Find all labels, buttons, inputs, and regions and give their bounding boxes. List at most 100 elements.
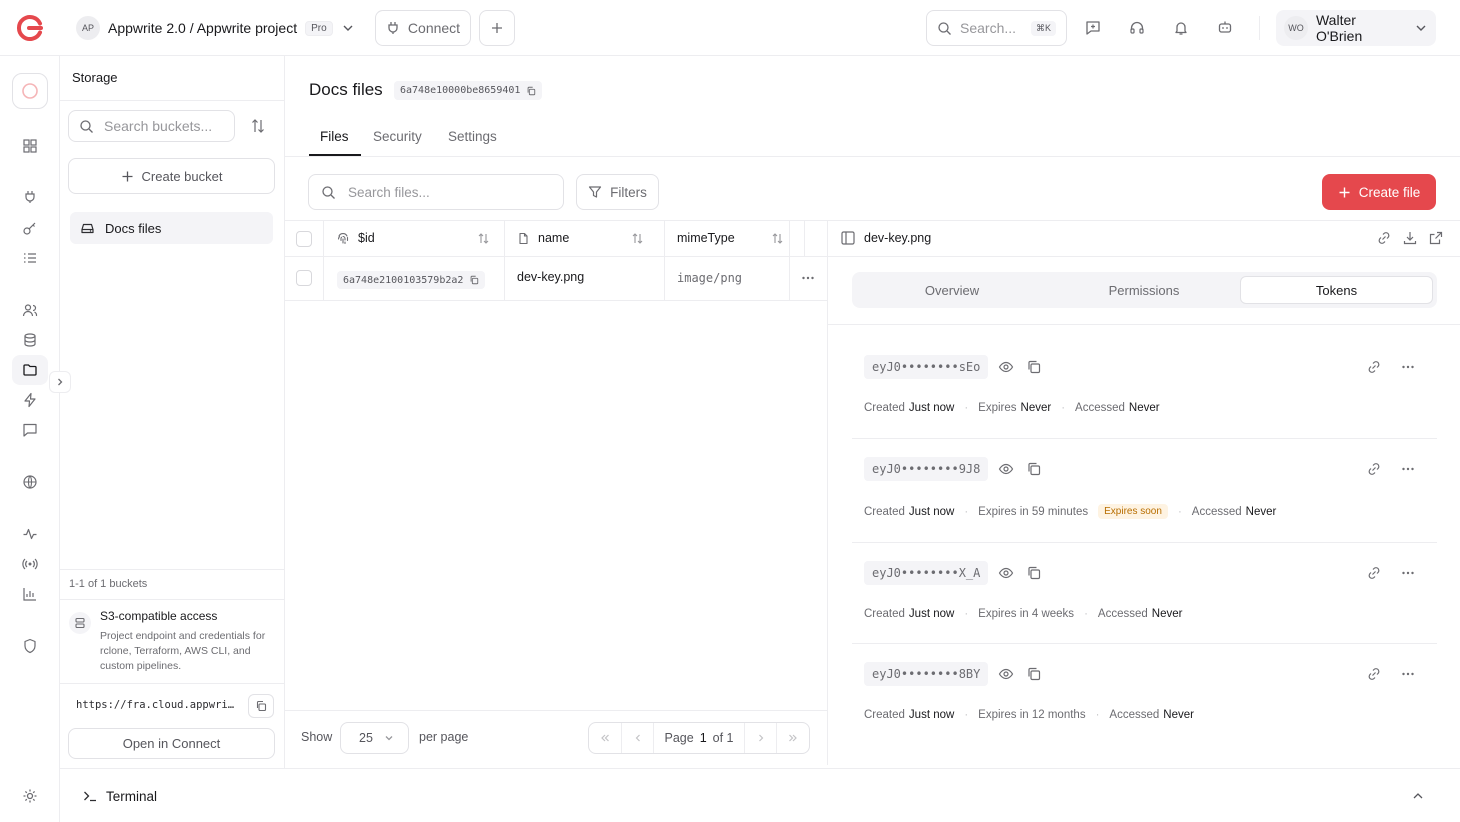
tab-settings[interactable]: Settings [448,129,497,144]
feedback-icon[interactable] [1081,16,1105,40]
terminal-bar[interactable]: Terminal [60,768,1460,822]
storage-folder-icon[interactable] [12,355,48,385]
bucket-search-input[interactable]: Search buckets... [68,110,235,142]
link-icon[interactable] [1366,565,1382,581]
eye-icon[interactable] [998,565,1014,581]
token-value: eyJ0••••••••sEo [864,355,989,379]
token-meta: Created Just now · Expires Never · Accesse… [864,402,1160,414]
more-horizontal-icon[interactable] [1400,666,1416,682]
tab-tokens[interactable]: Tokens [1240,276,1433,304]
messaging-icon[interactable] [18,418,42,442]
functions-bolt-icon[interactable] [18,388,42,412]
link-icon[interactable] [1366,666,1382,682]
expires-value: in 4 weeks [1019,608,1075,620]
divider [852,438,1437,439]
copy-icon[interactable] [1026,565,1042,581]
select-all-checkbox[interactable] [296,231,312,247]
eye-icon[interactable] [998,359,1014,375]
sort-icon[interactable] [631,232,644,245]
file-id: 6a748e2100103579b2a2 [343,274,464,286]
accessed-value: Never [1163,709,1194,721]
bucket-item-docs-files[interactable]: Docs files [70,212,273,244]
headset-icon[interactable] [1125,16,1149,40]
more-horizontal-icon[interactable] [800,270,816,286]
file-id-chip[interactable]: 6a748e2100103579b2a2 [337,271,486,289]
copy-endpoint-button[interactable] [248,694,274,718]
row-checkbox[interactable] [296,270,312,286]
file-search-input[interactable]: Search files... [308,174,564,210]
topbar-divider [1259,16,1260,40]
more-horizontal-icon[interactable] [1400,359,1416,375]
create-bucket-label: Create bucket [141,168,223,184]
sidebar-panel-icon[interactable] [840,230,856,246]
project-switcher[interactable]: AP Appwrite 2.0 / Appwrite project Pro [68,10,363,46]
copy-icon[interactable] [1026,461,1042,477]
terminal-toggle[interactable]: Terminal [82,788,157,804]
accessed-label: Accessed [1109,709,1160,721]
bell-icon[interactable] [1169,16,1193,40]
bucket-id-chip[interactable]: 6a748e10000be8659401 [394,81,543,100]
users-icon[interactable] [18,298,42,322]
eye-icon[interactable] [998,666,1014,682]
bucket-drive-icon [80,221,95,236]
global-search[interactable]: Search... ⌘K [926,10,1067,46]
add-button[interactable] [479,10,515,46]
copy-icon[interactable] [1026,666,1042,682]
project-status-icon[interactable] [12,73,48,109]
column-divider [504,220,505,300]
globe-icon[interactable] [18,470,42,494]
settings-gear-icon[interactable] [18,784,42,808]
user-avatar: WO [1284,16,1308,40]
activity-icon[interactable] [18,522,42,546]
database-icon[interactable] [18,328,42,352]
more-horizontal-icon[interactable] [1400,461,1416,477]
key-icon[interactable] [18,216,42,240]
user-menu[interactable]: WO Walter O'Brien [1276,10,1436,46]
link-icon[interactable] [1366,461,1382,477]
created-field: Created Just now [864,506,954,518]
accessed-label: Accessed [1191,505,1242,518]
shield-icon[interactable] [18,634,42,658]
column-header-name[interactable]: name [517,231,569,245]
external-link-icon[interactable] [1428,230,1444,246]
overview-icon[interactable] [18,134,42,158]
link-icon[interactable] [1376,230,1392,246]
next-page-icon[interactable] [745,723,777,753]
last-page-icon[interactable] [777,723,809,753]
tab-permissions[interactable]: Permissions [1048,276,1240,304]
appwrite-logo-icon[interactable] [16,14,44,42]
per-page-select[interactable]: 25 [340,722,409,754]
search-shortcut: ⌘K [1030,20,1056,36]
previous-page-icon[interactable] [621,723,653,753]
realtime-broadcast-icon[interactable] [18,552,42,576]
separator-dot: · [964,608,969,620]
eye-icon[interactable] [998,461,1014,477]
sort-icon[interactable] [246,114,270,138]
first-page-icon[interactable] [589,723,621,753]
create-bucket-button[interactable]: Create bucket [68,158,275,194]
download-icon[interactable] [1402,230,1418,246]
assistant-icon[interactable] [1213,16,1237,40]
sort-icon[interactable] [771,232,784,245]
tab-files[interactable]: Files [320,129,349,144]
open-in-connect-button[interactable]: Open in Connect [68,728,275,759]
sort-icon[interactable] [477,232,490,245]
copy-icon[interactable] [1026,359,1042,375]
column-header-mimetype[interactable]: mimeType [677,231,735,245]
connect-button[interactable]: Connect [375,10,471,46]
tab-overview[interactable]: Overview [856,276,1048,304]
token-value: eyJ0••••••••8BY [864,662,989,686]
expand-sidebar-chevron-icon[interactable] [49,371,71,393]
usage-chart-icon[interactable] [18,582,42,606]
tasks-icon[interactable] [18,246,42,270]
separator-dot: · [964,505,969,518]
plug-icon[interactable] [18,185,42,209]
column-header-id[interactable]: $id [336,231,375,245]
tab-security[interactable]: Security [373,129,422,144]
link-icon[interactable] [1366,359,1382,375]
more-horizontal-icon[interactable] [1400,565,1416,581]
create-file-button[interactable]: Create file [1322,174,1436,210]
chevron-up-icon[interactable] [1410,788,1426,804]
filters-button[interactable]: Filters [576,174,659,210]
separator-dot: · [964,402,969,414]
